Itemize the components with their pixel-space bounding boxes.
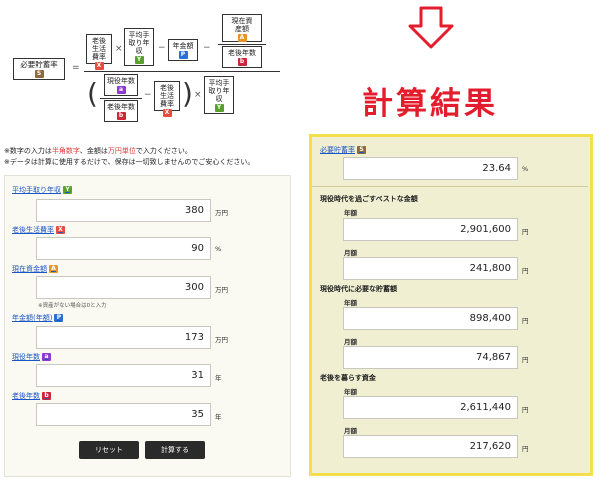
denominator-fraction-line	[100, 98, 142, 99]
pension-box: 年金額 P	[168, 39, 198, 61]
current-assets-box: 現在資産額 A	[222, 14, 262, 42]
best-annual-unit: 円	[522, 228, 529, 236]
reset-button[interactable]: リセット	[79, 441, 139, 459]
saving-amount-title: 現役時代に必要な貯蓄額	[320, 285, 397, 293]
living-rate-unit: %	[215, 245, 222, 253]
saving-monthly-label: 月額	[344, 338, 357, 346]
best-annual-output: 2,901,600	[343, 218, 518, 241]
badge-a-lower-input: a	[42, 353, 51, 361]
retire-annual-label: 年額	[344, 388, 357, 396]
badge-b: b	[237, 58, 247, 66]
current-assets-input[interactable]: 300	[36, 276, 211, 299]
result-title: 計算結果	[362, 86, 498, 122]
badge-a-lower: a	[116, 86, 126, 94]
best-monthly-unit: 円	[522, 267, 529, 275]
needed-rate-box: 必要貯蓄率 S	[13, 58, 65, 80]
retire-years-box-2: 老後年数 b	[104, 100, 138, 122]
times-sign: ×	[115, 44, 123, 54]
note-privacy: ※データは計算に使用するだけで、保存は一切致しませんのでご安心ください。	[4, 158, 255, 166]
retire-years-unit: 年	[215, 413, 222, 421]
best-monthly-output: 241,800	[343, 257, 518, 280]
living-rate-input[interactable]: 90	[36, 237, 211, 260]
living-rate-label: 老後生活費率	[92, 37, 106, 61]
badge-x: X	[94, 62, 104, 70]
equals-sign: =	[72, 63, 80, 73]
retire-years-label-2: 老後年数	[107, 103, 135, 111]
working-years-label: 現役年数	[107, 77, 135, 85]
retire-annual-unit: 円	[522, 406, 529, 414]
down-arrow-icon	[408, 6, 454, 49]
avg-income-label-2: 平均手取り年収	[208, 79, 230, 103]
badge-s-result: S	[357, 146, 366, 154]
badge-y: Y	[134, 56, 144, 64]
retire-years-label: 老後年数	[228, 49, 256, 57]
retire-monthly-unit: 円	[522, 445, 529, 453]
pension-input[interactable]: 173	[36, 326, 211, 349]
badge-a: A	[237, 34, 247, 42]
badge-y-2: Y	[214, 104, 224, 112]
saving-monthly-output: 74,867	[343, 346, 518, 369]
calculate-button[interactable]: 計算する	[145, 441, 205, 459]
label-retire-years[interactable]: 老後年数 b	[12, 391, 51, 401]
needed-rate-output: 23.64	[343, 157, 518, 180]
avg-income-box: 平均手取り年収 Y	[124, 28, 154, 66]
saving-monthly-unit: 円	[522, 356, 529, 364]
best-annual-label: 年額	[344, 209, 357, 217]
retire-years-input[interactable]: 35	[36, 403, 211, 426]
avg-income-label: 平均手取り年収	[128, 31, 150, 55]
badge-s: S	[34, 70, 44, 78]
times-sign-2: ×	[194, 90, 202, 100]
badge-b-2: b	[116, 112, 126, 120]
saving-annual-unit: 円	[522, 317, 529, 325]
working-years-input[interactable]: 31	[36, 364, 211, 387]
current-assets-label: 現在資産額	[231, 17, 253, 33]
avg-income-unit: 万円	[215, 209, 228, 217]
note-input-format: ※数字の入力は半角数字、金額は万円単位で入力ください。	[4, 147, 192, 155]
minus-sign-1: −	[158, 43, 166, 53]
main-fraction-line	[84, 71, 280, 72]
retire-monthly-output: 217,620	[343, 435, 518, 458]
label-working-years[interactable]: 現役年数 a	[12, 352, 51, 362]
result-label-needed-rate[interactable]: 必要貯蓄率 S	[320, 145, 366, 155]
badge-x-input: X	[56, 226, 65, 234]
living-rate-label-2: 老後生活費率	[160, 84, 174, 108]
pension-label: 年金額	[172, 42, 194, 50]
retire-years-box: 老後年数 b	[222, 46, 262, 68]
saving-annual-output: 898,400	[343, 307, 518, 330]
best-amount-title: 現役時代を過ごすベストな金額	[320, 195, 418, 203]
working-years-box: 現役年数 a	[104, 74, 138, 96]
badge-p-input: P	[54, 314, 64, 322]
badge-x-2: X	[162, 109, 172, 117]
pension-unit: 万円	[215, 336, 228, 344]
minus-sign-2: −	[203, 43, 211, 53]
label-living-rate[interactable]: 老後生活費率 X	[12, 225, 65, 235]
living-rate-box: 老後生活費率 X	[86, 34, 112, 70]
best-monthly-label: 月額	[344, 249, 357, 257]
badge-b-input: b	[42, 392, 51, 400]
divider	[312, 186, 588, 187]
open-paren: (	[87, 77, 98, 110]
minus-sign-3: −	[144, 90, 152, 100]
retire-monthly-label: 月額	[344, 427, 357, 435]
living-rate-box-2: 老後生活費率 X	[154, 81, 180, 117]
badge-a-input: A	[49, 265, 58, 273]
avg-income-box-2: 平均手取り年収 Y	[204, 76, 234, 114]
current-assets-hint: ※資産がない場合は0と入力	[38, 303, 107, 309]
needed-rate-unit: %	[522, 165, 529, 173]
saving-annual-label: 年額	[344, 299, 357, 307]
avg-income-input[interactable]: 380	[36, 199, 211, 222]
working-years-unit: 年	[215, 374, 222, 382]
label-pension[interactable]: 年金額(年額) P	[12, 313, 64, 323]
retire-annual-output: 2,611,440	[343, 396, 518, 419]
close-paren: )	[182, 77, 193, 110]
inner-fraction-line	[218, 44, 266, 45]
retire-fund-title: 老後を暮らす資金	[320, 374, 376, 382]
badge-y-input: Y	[63, 186, 72, 194]
needed-rate-label: 必要貯蓄率	[20, 60, 58, 69]
label-current-assets[interactable]: 現在資金額 A	[12, 264, 58, 274]
badge-p: P	[178, 51, 188, 59]
current-assets-unit: 万円	[215, 286, 228, 294]
label-avg-income[interactable]: 平均手取り年収 Y	[12, 185, 72, 195]
